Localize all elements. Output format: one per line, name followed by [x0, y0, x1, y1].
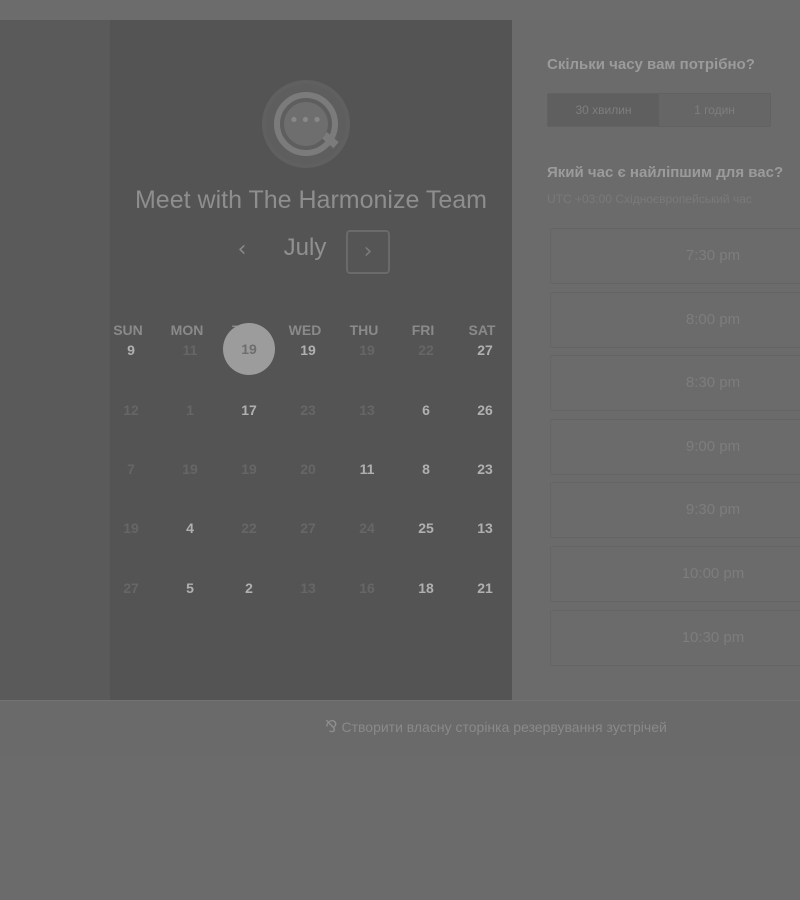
time-slot-button[interactable]: 8:00 pm — [550, 292, 800, 348]
calendar-day[interactable]: 26 — [460, 384, 510, 436]
month-navigation: ‹ July › — [110, 228, 512, 276]
page-title: Meet with The Harmonize Team — [134, 186, 487, 214]
next-month-button[interactable]: › — [346, 230, 390, 274]
calendar-day: 16 — [359, 580, 375, 596]
hubspot-sprocket-icon: ⅋ — [325, 717, 338, 736]
calendar-day: 13 — [359, 402, 375, 418]
calendar-day: 22 — [418, 342, 434, 358]
calendar-day: 13 — [300, 580, 316, 596]
calendar-day: 23 — [300, 402, 316, 418]
prev-month-button[interactable]: ‹ — [228, 236, 256, 264]
calendar-day: 12 — [123, 402, 139, 418]
time-slot-button[interactable]: 10:30 pm — [550, 610, 800, 666]
left-panel — [0, 20, 111, 700]
calendar-day[interactable]: 5 — [165, 562, 215, 614]
timezone-label[interactable]: UTC +03:00 Східноєвропейський час — [547, 192, 752, 206]
create-booking-page-link[interactable]: ⅋ Створити власну сторінка резервування … — [325, 717, 667, 736]
calendar-day: 19 — [241, 461, 257, 477]
duration-question: Скільки часу вам потрібно? — [547, 56, 755, 73]
duration-toggle: 30 хвилин 1 годин — [547, 93, 771, 127]
time-slot-button[interactable]: 10:00 pm — [550, 546, 800, 602]
time-slot-button[interactable]: 9:30 pm — [550, 482, 800, 538]
calendar-day: 1 — [186, 402, 194, 418]
bottom-area — [0, 757, 800, 900]
time-slot-label: 9:00 pm — [685, 438, 741, 455]
calendar-day[interactable]: 4 — [165, 502, 215, 554]
time-question: Який час є найліпшим для вас? — [547, 164, 784, 181]
time-slot-label: 7:30 pm — [685, 247, 741, 264]
calendar-day: 19 — [182, 461, 198, 477]
calendar-day[interactable]: 8 — [401, 443, 451, 495]
time-slot-label: 10:30 pm — [681, 629, 745, 646]
calendar-day: 27 — [123, 580, 139, 596]
calendar-day[interactable]: 2 — [224, 562, 274, 614]
time-slot-label: 8:30 pm — [685, 374, 741, 391]
calendar-day: 11 — [182, 342, 198, 358]
top-strip — [0, 0, 800, 21]
calendar-day[interactable]: 23 — [460, 443, 510, 495]
calendar-day[interactable]: 11 — [342, 443, 392, 495]
calendar-day: 24 — [359, 520, 375, 536]
booking-panel: Скільки часу вам потрібно? 30 хвилин 1 г… — [512, 20, 800, 700]
calendar-day: 19 — [359, 342, 375, 358]
ellipsis-icon: ••• — [288, 110, 324, 131]
time-slot-button[interactable]: 7:30 pm — [550, 228, 800, 284]
time-slot-label: 10:00 pm — [681, 565, 745, 582]
calendar-day: 27 — [300, 520, 316, 536]
footer: ⅋ Створити власну сторінка резервування … — [0, 700, 800, 758]
calendar-day: 22 — [241, 520, 257, 536]
time-slot-label: 9:30 pm — [685, 501, 741, 518]
time-slot-button[interactable]: 8:30 pm — [550, 355, 800, 411]
calendar-day[interactable]: 25 — [401, 502, 451, 554]
calendar-day: 20 — [300, 461, 316, 477]
time-slot-label: 8:00 pm — [685, 311, 741, 328]
calendar-day[interactable]: 13 — [460, 502, 510, 554]
calendar-day[interactable]: 17 — [224, 384, 274, 436]
duration-option-1-hour[interactable]: 1 годин — [659, 94, 770, 126]
calendar-day-selected[interactable]: 19 — [223, 323, 275, 375]
duration-option-30-min[interactable]: 30 хвилин — [548, 94, 659, 126]
footer-link-text: Створити власну сторінка резервування зу… — [341, 718, 667, 735]
time-slot-button[interactable]: 9:00 pm — [550, 419, 800, 475]
month-label: July — [283, 234, 327, 261]
calendar-day[interactable]: 9 — [106, 324, 156, 376]
calendar-day: 7 — [127, 461, 135, 477]
calendar-day[interactable]: 19 — [283, 324, 333, 376]
calendar-day[interactable]: 27 — [460, 324, 510, 376]
calendar-panel: ••• Meet with The Harmonize Team ‹ July … — [110, 20, 512, 700]
calendar-day[interactable]: 18 — [401, 562, 451, 614]
calendar-day[interactable]: 21 — [460, 562, 510, 614]
calendar-day: 19 — [123, 520, 139, 536]
calendar-day[interactable]: 6 — [401, 384, 451, 436]
hubspot-logo-icon: ••• — [262, 80, 350, 168]
